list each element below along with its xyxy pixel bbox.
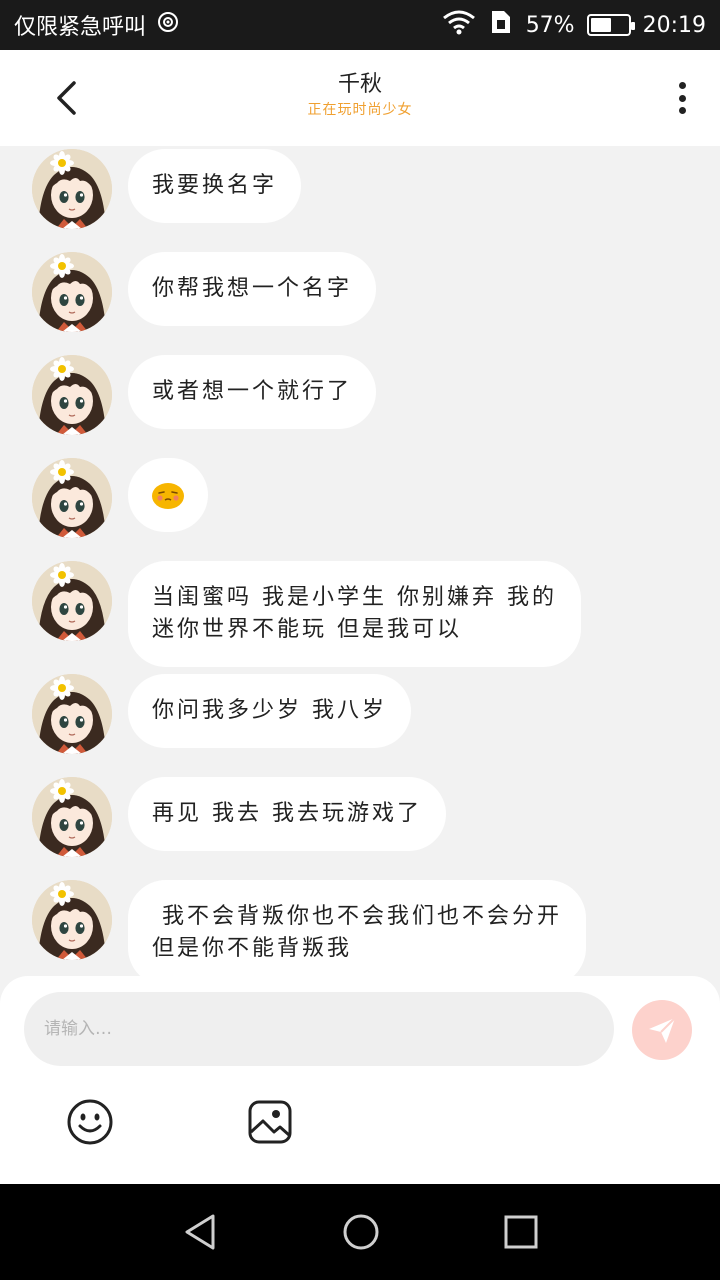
message-bubble[interactable]: 再见 我去 我去玩游戏了 xyxy=(128,777,446,851)
carrier-text: 仅限紧急呼叫 xyxy=(14,15,147,40)
nav-recent-button[interactable] xyxy=(497,1208,545,1256)
navigation-bar xyxy=(0,1184,720,1280)
more-button[interactable] xyxy=(672,78,692,118)
nav-back-button[interactable] xyxy=(177,1208,225,1256)
message-bubble[interactable]: 当闺蜜吗 我是小学生 你别嫌弃 我的 迷你世界不能玩 但是我可以 xyxy=(128,561,581,667)
message-bubble[interactable]: 我不会背叛你也不会我们也不会分开 但是你不能背叛我 xyxy=(128,880,587,976)
nav-home-button[interactable] xyxy=(337,1208,385,1256)
avatar[interactable] xyxy=(32,880,112,960)
message-bubble[interactable]: 你问我多少岁 我八岁 xyxy=(128,674,411,748)
sim-icon xyxy=(488,9,514,41)
chat-header: 千秋 正在玩时尚少女 xyxy=(0,50,720,146)
avatar[interactable] xyxy=(32,777,112,857)
battery-fill xyxy=(590,18,612,32)
triangle-back-icon xyxy=(185,1214,215,1250)
message-bubble-emoji[interactable] xyxy=(128,458,208,532)
status-bar: 仅限紧急呼叫 57% 20:19 xyxy=(0,0,720,50)
message-list[interactable]: 我要换名字 你帮我想一个名字 或者想一个就行了 当闺蜜吗 我是小学生 你别嫌弃 … xyxy=(0,146,720,976)
status-left: 仅限紧急呼叫 xyxy=(14,0,180,50)
battery-icon xyxy=(586,14,635,36)
smiley-icon xyxy=(67,1099,113,1145)
title-block: 千秋 正在玩时尚少女 xyxy=(200,70,520,120)
message-bubble[interactable]: 你帮我想一个名字 xyxy=(128,252,377,326)
avatar[interactable] xyxy=(32,252,112,332)
chevron-left-icon xyxy=(57,81,76,115)
avatar[interactable] xyxy=(32,355,112,435)
back-button[interactable] xyxy=(44,76,88,120)
paper-plane-icon xyxy=(649,1017,676,1043)
hotspot-icon xyxy=(156,10,180,40)
battery-percent: 57% xyxy=(525,12,575,38)
emoji-button[interactable] xyxy=(66,1098,114,1146)
clock: 20:19 xyxy=(642,12,706,38)
send-button[interactable] xyxy=(632,1000,692,1060)
message-bubble[interactable]: 或者想一个就行了 xyxy=(128,355,377,429)
image-button[interactable] xyxy=(246,1098,294,1146)
message-input[interactable] xyxy=(24,992,614,1066)
circle-home-icon xyxy=(343,1214,379,1250)
message-bubble[interactable]: 我要换名字 xyxy=(128,149,302,223)
image-icon xyxy=(248,1100,292,1144)
contact-name: 千秋 xyxy=(337,72,382,97)
composer xyxy=(0,976,720,1184)
status-right: 57% 20:19 xyxy=(442,0,706,50)
shy-face-emoji xyxy=(152,483,184,509)
square-recent-icon xyxy=(504,1215,538,1249)
avatar[interactable] xyxy=(32,458,112,538)
contact-status: 正在玩时尚少女 xyxy=(307,102,413,118)
wifi-icon xyxy=(442,9,476,41)
more-vertical-icon xyxy=(678,82,686,89)
avatar[interactable] xyxy=(32,149,112,229)
avatar[interactable] xyxy=(32,674,112,754)
avatar[interactable] xyxy=(32,561,112,641)
